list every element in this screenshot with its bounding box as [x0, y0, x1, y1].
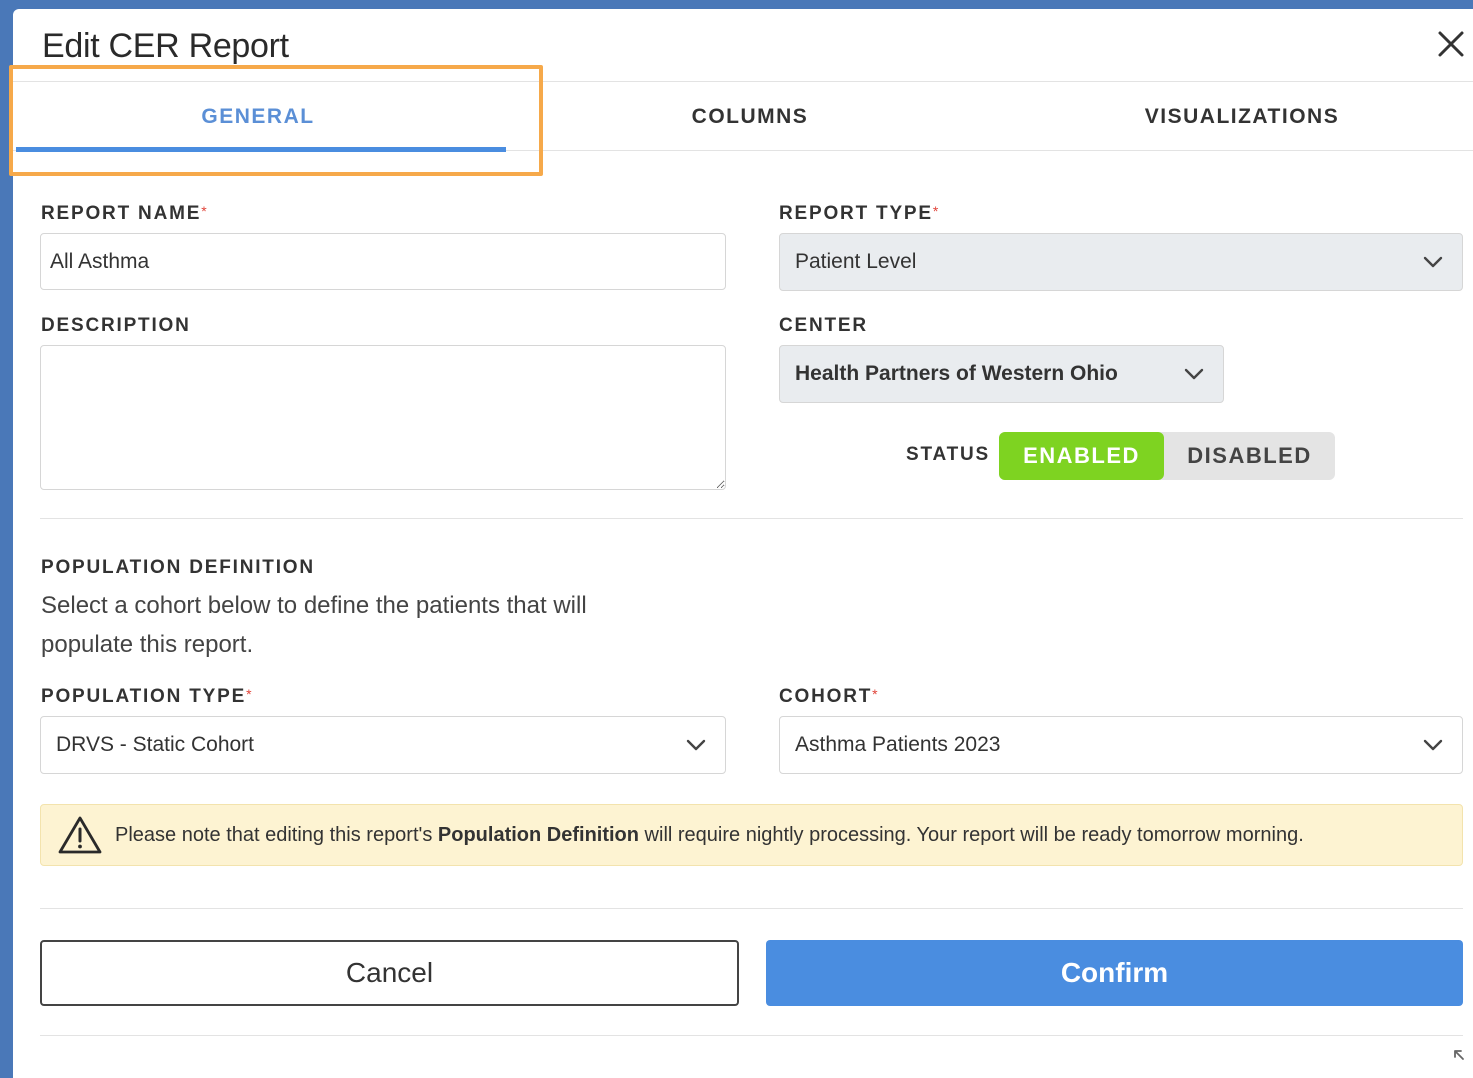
chevron-down-icon	[1423, 739, 1443, 751]
dialog-title: Edit CER Report	[42, 27, 289, 65]
resize-handle-icon[interactable]	[1453, 1049, 1473, 1069]
bottom-divider	[40, 1035, 1463, 1036]
center-value: Health Partners of Western Ohio	[795, 362, 1118, 385]
report-name-label: REPORT NAME*	[41, 203, 209, 224]
processing-warning-alert: Please note that editing this report's P…	[40, 804, 1463, 866]
report-type-select[interactable]: Patient Level	[779, 233, 1463, 291]
cohort-select[interactable]: Asthma Patients 2023	[779, 716, 1463, 774]
center-label: CENTER	[779, 315, 868, 336]
population-type-select[interactable]: DRVS - Static Cohort	[40, 716, 726, 774]
report-type-value: Patient Level	[795, 250, 917, 273]
cancel-button[interactable]: Cancel	[40, 940, 739, 1006]
report-type-label: REPORT TYPE*	[779, 203, 941, 224]
close-icon[interactable]	[1433, 26, 1469, 62]
population-type-value: DRVS - Static Cohort	[56, 733, 255, 756]
tab-visualizations-label: VISUALIZATIONS	[1144, 105, 1340, 128]
tab-visualizations[interactable]: VISUALIZATIONS	[997, 82, 1473, 152]
status-disabled-option[interactable]: DISABLED	[1164, 432, 1335, 480]
description-label: DESCRIPTION	[41, 315, 191, 336]
population-definition-heading: POPULATION DEFINITION	[41, 557, 315, 578]
tab-bar: GENERAL COLUMNS VISUALIZATIONS	[13, 81, 1473, 152]
cohort-label: COHORT*	[779, 686, 880, 707]
footer-divider	[40, 908, 1463, 909]
tab-columns[interactable]: COLUMNS	[505, 82, 995, 152]
tab-general[interactable]: GENERAL	[13, 82, 506, 152]
population-definition-description: Select a cohort below to define the pati…	[41, 592, 587, 658]
cohort-value: Asthma Patients 2023	[795, 733, 1001, 756]
tab-columns-label: COLUMNS	[691, 105, 809, 128]
confirm-button[interactable]: Confirm	[766, 940, 1463, 1006]
description-textarea[interactable]	[40, 345, 726, 490]
alert-message: Please note that editing this report's P…	[115, 823, 1304, 846]
edit-report-dialog: Edit CER Report GENERAL COLUMNS VISUALIZ…	[9, 9, 1473, 1078]
section-divider	[40, 518, 1463, 519]
active-tab-indicator	[16, 147, 506, 152]
status-enabled-option[interactable]: ENABLED	[999, 432, 1164, 480]
population-type-label: POPULATION TYPE*	[41, 686, 254, 707]
chevron-down-icon	[1423, 256, 1443, 268]
report-name-input[interactable]	[40, 233, 726, 290]
tab-general-label: GENERAL	[201, 105, 315, 128]
chevron-down-icon	[1184, 368, 1204, 380]
warning-icon	[58, 816, 102, 854]
center-select[interactable]: Health Partners of Western Ohio	[779, 345, 1224, 403]
chevron-down-icon	[686, 739, 706, 751]
status-label: STATUS	[906, 444, 990, 465]
status-toggle: ENABLED DISABLED	[999, 432, 1335, 480]
